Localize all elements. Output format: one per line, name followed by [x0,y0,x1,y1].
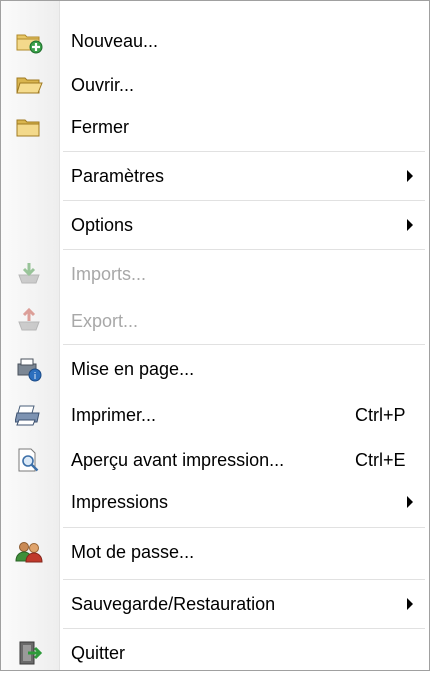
menu-item-export: Export... [1,297,429,345]
menu-item-label: Sauvegarde/Restauration [71,594,276,614]
menu-item-new[interactable]: Nouveau... [1,17,429,65]
menu-item-label: Quitter [71,643,126,663]
menu-item-label: Fermer [71,117,129,137]
print-preview-icon [15,447,43,473]
submenu-arrow-icon [407,219,413,231]
menu-item-label: Nouveau... [71,31,159,51]
file-menu: Nouveau... Ouvrir... Fermer Paramètres O… [0,0,430,671]
menu-item-label: Imprimer... [71,405,157,425]
menu-item-label: Mise en page... [71,359,195,379]
submenu-arrow-icon [407,598,413,610]
export-icon [15,307,43,334]
menu-item-print-preview[interactable]: Aperçu avant impression... Ctrl+E [1,436,429,484]
submenu-arrow-icon [407,170,413,182]
menu-item-label: Export... [71,311,139,331]
menu-item-quit[interactable]: Quitter [1,629,429,670]
new-folder-icon [15,28,43,54]
open-folder-icon [15,72,43,98]
menu-item-close[interactable]: Fermer [1,103,429,151]
exit-door-icon [15,640,43,666]
folder-icon [15,114,43,140]
menu-item-label: Aperçu avant impression... [71,450,285,470]
import-icon [15,261,43,287]
menu-item-label: Mot de passe... [71,542,195,562]
svg-text:i: i [34,372,37,382]
menu-item-label: Options [71,215,134,235]
users-icon [15,539,43,565]
menu-item-page-setup[interactable]: i Mise en page... [1,345,429,393]
page-setup-icon: i [15,356,43,382]
menu-item-options[interactable]: Options [1,201,429,249]
menu-item-print[interactable]: Imprimer... Ctrl+P [1,391,429,439]
menu-item-label: Ouvrir... [71,75,135,95]
menu-item-label: Paramètres [71,166,165,186]
printer-icon [14,402,43,428]
shortcut-label: Ctrl+E [355,450,406,470]
menu-item-parameters[interactable]: Paramètres [1,152,429,200]
menu-item-open[interactable]: Ouvrir... [1,61,429,109]
menu-item-label: Imports... [71,264,147,284]
menu-item-password[interactable]: Mot de passe... [1,528,429,576]
shortcut-label: Ctrl+P [355,405,406,425]
menu-item-label: Impressions [71,492,169,512]
submenu-arrow-icon [407,496,413,508]
menu-item-backup-restore[interactable]: Sauvegarde/Restauration [1,580,429,628]
menu-item-prints[interactable]: Impressions [1,478,429,526]
menu-item-imports: Imports... [1,250,429,298]
